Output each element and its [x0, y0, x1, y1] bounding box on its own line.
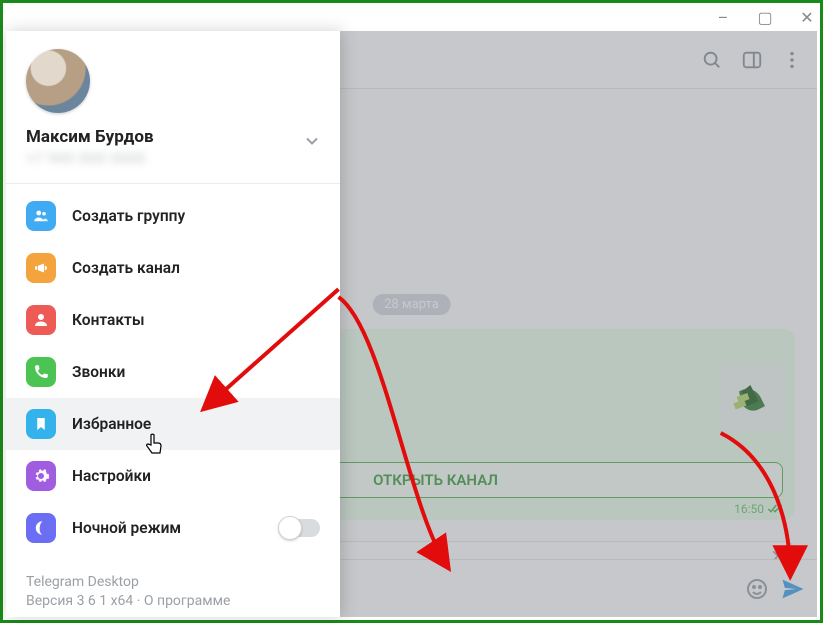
user-phone: +7 900 000 0000 [26, 151, 320, 167]
menu-item-saved[interactable]: Избранное [6, 398, 340, 450]
title-bar: – ▢ ✕ [3, 3, 820, 31]
menu-item-night-mode[interactable]: Ночной режим [6, 502, 340, 554]
gear-icon [26, 461, 56, 491]
footer-version[interactable]: Версия 3 6 1 x64 · О программе [26, 592, 320, 611]
user-name: Максим Бурдов [26, 127, 320, 147]
cursor-pointer-icon [144, 433, 164, 461]
menu-label: Избранное [72, 415, 151, 433]
drawer-menu: Создать группу Создать канал Контакты [6, 183, 340, 554]
megaphone-icon [26, 253, 56, 283]
close-button[interactable]: ✕ [800, 10, 814, 24]
footer-app-name: Telegram Desktop [26, 573, 320, 592]
menu-label: Настройки [72, 467, 151, 485]
main-menu-drawer: Максим Бурдов +7 900 000 0000 Создать гр… [6, 31, 340, 617]
menu-label: Звонки [72, 363, 125, 381]
moon-icon [26, 513, 56, 543]
maximize-button[interactable]: ▢ [758, 10, 772, 24]
menu-item-calls[interactable]: Звонки [6, 346, 340, 398]
menu-label: Ночной режим [72, 519, 181, 537]
menu-item-create-group[interactable]: Создать группу [6, 190, 340, 242]
menu-label: Контакты [72, 311, 144, 329]
phone-icon [26, 357, 56, 387]
night-mode-toggle[interactable] [280, 519, 320, 537]
menu-label: Создать канал [72, 259, 180, 277]
user-avatar[interactable] [26, 49, 90, 113]
bookmark-icon [26, 409, 56, 439]
menu-label: Создать группу [72, 207, 185, 225]
group-icon [26, 201, 56, 231]
menu-item-create-channel[interactable]: Создать канал [6, 242, 340, 294]
menu-item-settings[interactable]: Настройки [6, 450, 340, 502]
contact-icon [26, 305, 56, 335]
minimize-button[interactable]: – [716, 10, 730, 24]
account-expand-icon[interactable] [302, 131, 322, 155]
window-frame: – ▢ ✕ Избранное 28 марта https [0, 0, 823, 623]
drawer-footer: Telegram Desktop Версия 3 6 1 x64 · О пр… [6, 559, 340, 617]
menu-item-contacts[interactable]: Контакты [6, 294, 340, 346]
